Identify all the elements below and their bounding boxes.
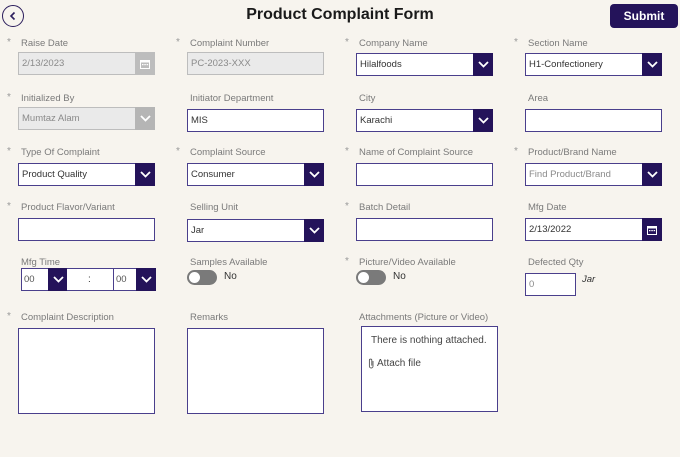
minute-dropdown[interactable]: 00 [113, 268, 156, 291]
attachments-empty-text: There is nothing attached. [371, 335, 487, 346]
complaint-number-input: PC-2023-XXX [187, 52, 324, 75]
city-field: City Karachi [356, 93, 493, 132]
picture-video-available-field: * Picture/Video Available No [345, 256, 493, 285]
complaint-form-page: Product Complaint Form Submit * Raise Dat… [0, 0, 680, 457]
samples-available-label: Samples Available [190, 257, 268, 268]
chevron-down-icon[interactable] [304, 163, 324, 186]
batch-detail-input[interactable] [356, 218, 493, 241]
section-name-field: * Section Name H1-Confectionery [514, 37, 662, 76]
initiator-department-input[interactable]: MIS [187, 109, 324, 132]
time-separator-box: : [67, 268, 114, 291]
complaint-description-textarea[interactable] [18, 328, 155, 414]
chevron-down-icon[interactable] [136, 268, 156, 291]
area-field: Area [525, 93, 662, 132]
attachments-label: Attachments (Picture or Video) [359, 312, 489, 323]
mfg-date-field: Mfg Date 2/13/2022 [525, 202, 662, 241]
product-brand-name-label: Product/Brand Name [528, 147, 617, 158]
chevron-down-icon[interactable] [642, 53, 662, 76]
remarks-label: Remarks [190, 312, 229, 323]
calendar-icon[interactable] [642, 218, 662, 241]
raise-date-field: * Raise Date 2/13/2023 [7, 37, 155, 75]
batch-detail-label: Batch Detail [359, 202, 411, 213]
page-title: Product Complaint Form [246, 6, 434, 23]
attachments-box: There is nothing attached. Attach file [361, 326, 498, 412]
defected-qty-unit: Jar [582, 274, 596, 285]
type-of-complaint-dropdown[interactable]: Product Quality [18, 163, 155, 186]
raise-date-label: Raise Date [21, 38, 68, 49]
submit-button[interactable]: Submit [610, 4, 678, 28]
initialized-by-field: * Initialized By Mumtaz Alam [7, 92, 155, 130]
defected-qty-label: Defected Qty [528, 257, 584, 268]
company-name-label: Company Name [359, 38, 428, 49]
product-flavor-variant-label: Product Flavor/Variant [21, 202, 115, 213]
complaint-source-field: * Complaint Source Consumer [176, 146, 324, 186]
attachments-field: Attachments (Picture or Video) There is … [359, 312, 521, 412]
chevron-down-icon[interactable] [642, 163, 662, 186]
name-of-complaint-source-field: * Name of Complaint Source [345, 146, 493, 186]
chevron-down-icon[interactable] [304, 219, 324, 242]
complaint-source-label: Complaint Source [190, 147, 266, 158]
product-flavor-variant-input[interactable] [18, 218, 155, 241]
paperclip-icon [368, 358, 374, 369]
initialized-by-label: Initialized By [21, 93, 75, 104]
city-dropdown[interactable]: Karachi [356, 109, 493, 132]
selling-unit-label: Selling Unit [190, 202, 239, 213]
complaint-description-label: Complaint Description [21, 312, 114, 323]
attach-file-label: Attach file [377, 358, 421, 369]
complaint-source-dropdown[interactable]: Consumer [187, 163, 324, 186]
area-label: Area [528, 93, 549, 104]
complaint-number-field: * Complaint Number PC-2023-XXX [176, 37, 324, 75]
samples-available-state: No [224, 271, 237, 282]
product-brand-name-field: * Product/Brand Name Find Product/Brand [514, 146, 662, 186]
type-of-complaint-label: Type Of Complaint [21, 147, 100, 158]
section-name-label: Section Name [528, 38, 588, 49]
defected-qty-input[interactable]: 0 [525, 273, 576, 296]
calendar-icon [135, 52, 155, 75]
remarks-field: Remarks [187, 312, 324, 414]
mfg-date-input[interactable]: 2/13/2022 [525, 218, 662, 241]
company-name-dropdown[interactable]: Hilalfoods [356, 53, 493, 76]
picture-video-available-state: No [393, 271, 406, 282]
selling-unit-field: Selling Unit Jar [187, 202, 324, 242]
city-label: City [359, 93, 376, 104]
company-name-field: * Company Name Hilalfoods [345, 37, 493, 76]
complaint-number-label: Complaint Number [190, 38, 270, 49]
chevron-down-icon[interactable] [473, 109, 493, 132]
mfg-date-label: Mfg Date [528, 202, 567, 213]
remarks-textarea[interactable] [187, 328, 324, 414]
defected-qty-field: Defected Qty 0 Jar [525, 257, 662, 296]
picture-video-available-label: Picture/Video Available [359, 257, 456, 268]
samples-available-toggle[interactable] [187, 270, 217, 285]
type-of-complaint-field: * Type Of Complaint Product Quality [7, 146, 155, 186]
initialized-by-dropdown: Mumtaz Alam [18, 107, 155, 130]
samples-available-field: Samples Available No [187, 257, 324, 285]
raise-date-input: 2/13/2023 [18, 52, 155, 75]
hour-dropdown[interactable]: 00 [21, 268, 68, 291]
batch-detail-field: * Batch Detail [345, 201, 493, 241]
name-of-complaint-source-label: Name of Complaint Source [359, 147, 474, 158]
attach-file-button[interactable]: Attach file [368, 358, 421, 369]
product-brand-name-combobox[interactable]: Find Product/Brand [525, 163, 662, 186]
mfg-time-field: Mfg Time 00 : 00 [18, 257, 156, 291]
complaint-description-field: * Complaint Description [7, 311, 155, 414]
area-input[interactable] [525, 109, 662, 132]
picture-video-available-toggle[interactable] [356, 270, 386, 285]
chevron-down-icon[interactable] [48, 268, 68, 291]
section-name-dropdown[interactable]: H1-Confectionery [525, 53, 662, 76]
initiator-department-label: Initiator Department [190, 93, 274, 104]
product-flavor-variant-field: * Product Flavor/Variant [7, 201, 155, 241]
mfg-time-label: Mfg Time [21, 257, 61, 268]
chevron-down-icon [135, 107, 155, 130]
initiator-department-field: Initiator Department MIS [187, 93, 324, 132]
chevron-down-icon[interactable] [135, 163, 155, 186]
name-of-complaint-source-input[interactable] [356, 163, 493, 186]
chevron-down-icon[interactable] [473, 53, 493, 76]
selling-unit-dropdown[interactable]: Jar [187, 219, 324, 242]
